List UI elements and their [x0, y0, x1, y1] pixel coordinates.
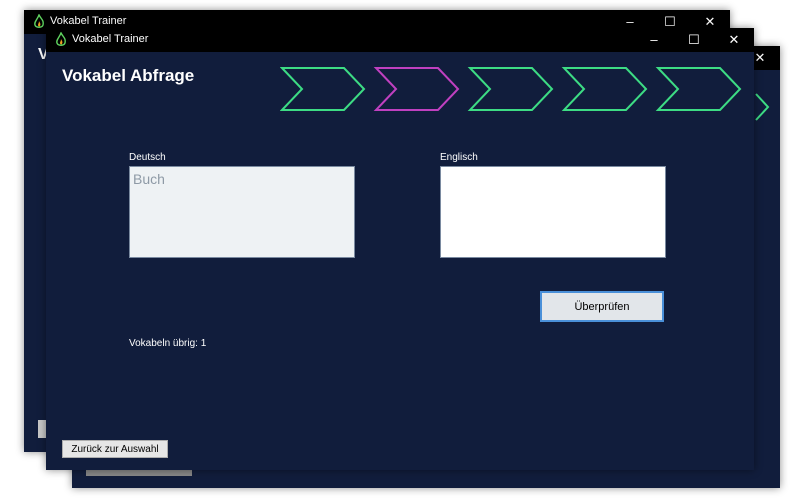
ghost-chevron-icon [755, 93, 770, 121]
progress-step-5-chevron-icon [655, 67, 742, 111]
progress-step-4-chevron-icon [561, 67, 648, 111]
remaining-count-label: Vokabeln übrig: 1 [129, 338, 207, 349]
progress-steps [280, 67, 742, 111]
maximize-button[interactable]: ☐ [674, 28, 714, 52]
deutsch-field[interactable]: Buch [129, 166, 355, 258]
page-title: Vokabel Abfrage [62, 66, 195, 85]
englisch-label: Englisch [440, 152, 478, 163]
close-button[interactable]: ✕ [714, 28, 754, 52]
progress-step-1-chevron-icon [280, 67, 366, 111]
englisch-field[interactable] [440, 166, 666, 258]
progress-step-3-chevron-icon [467, 67, 554, 111]
app-flame-icon [56, 32, 66, 46]
app-flame-icon [34, 14, 44, 28]
window-titlebar[interactable]: Vokabel Trainer – ☐ ✕ [46, 28, 754, 52]
window-title: Vokabel Trainer [50, 15, 127, 27]
progress-step-2-chevron-icon [373, 67, 460, 111]
deutsch-label: Deutsch [129, 152, 166, 163]
check-button[interactable]: Überprüfen [540, 291, 664, 322]
minimize-button[interactable]: – [634, 28, 674, 52]
window-title: Vokabel Trainer [72, 33, 149, 45]
main-window: Vokabel Trainer – ☐ ✕ Vokabel Abfrage De… [46, 28, 754, 470]
back-to-selection-button[interactable]: Zurück zur Auswahl [62, 440, 168, 458]
